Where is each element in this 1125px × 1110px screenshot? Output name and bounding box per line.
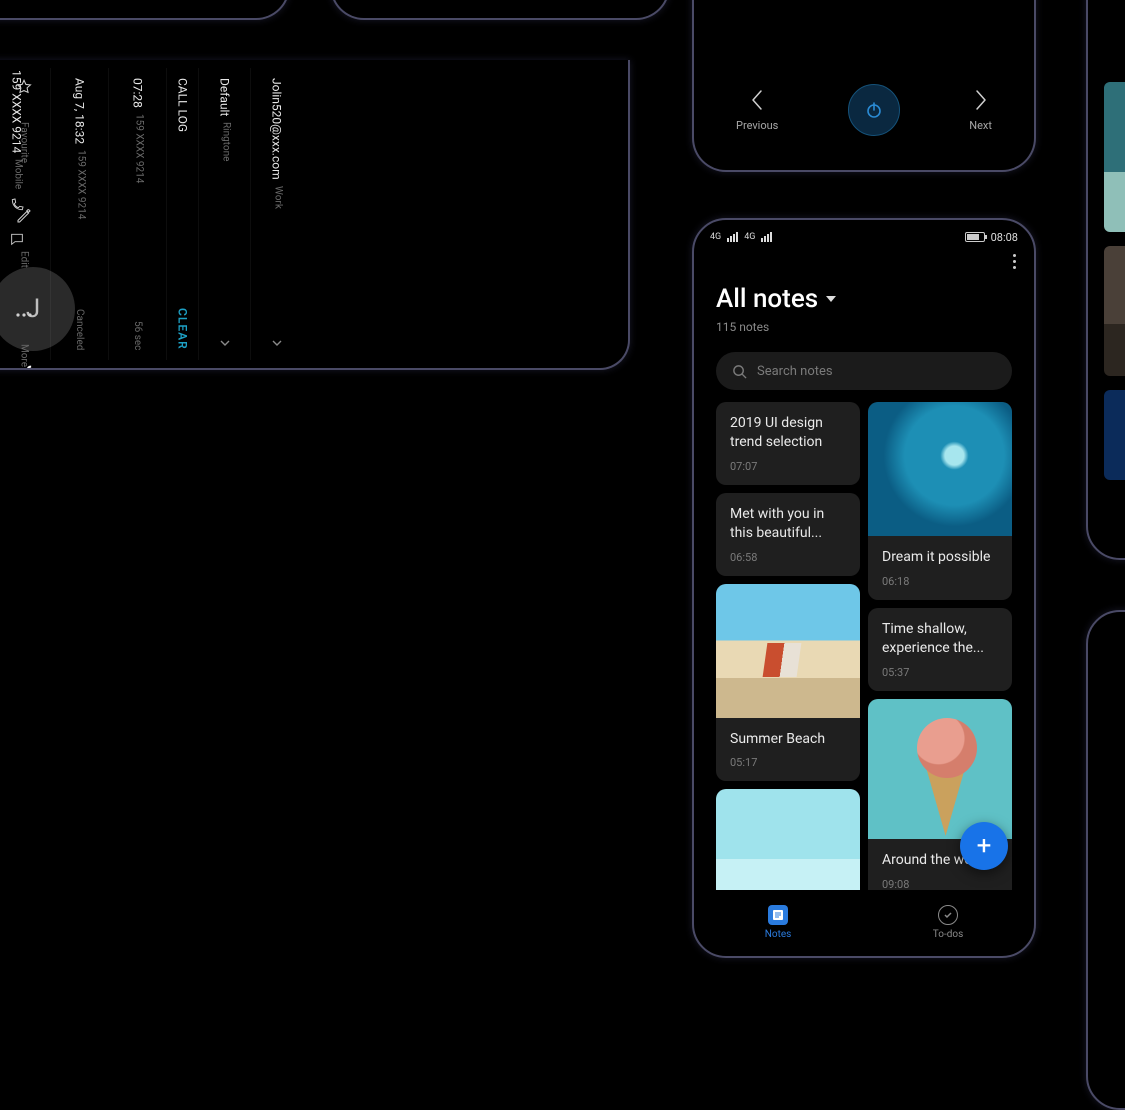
phone-notes: 4G 4G 08:08 All notes 115 notes Search n… [692,218,1036,958]
log-number: 159 XXXX 9214 [131,114,145,183]
more-icon[interactable] [15,312,33,318]
log-duration: Canceled [74,309,85,350]
note-card[interactable]: Met with you in this beautiful... 06:58 [716,493,860,576]
note-time: 07:07 [730,460,846,473]
signal-icon [727,232,738,242]
plus-icon: + [977,831,992,861]
gallery-thumb [1104,246,1125,376]
log-duration: 56 sec [132,321,143,350]
phone-fragment [1086,610,1125,1110]
nav-label: Notes [765,929,792,940]
phone-remote: Previous Next [692,0,1036,172]
note-image [716,789,860,890]
chevron-right-icon [974,89,988,111]
nav-label: To-dos [933,929,963,940]
note-card[interactable]: Summer Beach 05:17 [716,584,860,782]
note-time: 09:08 [882,878,998,890]
gallery-thumb [1104,82,1125,232]
gallery-thumb [1104,390,1125,480]
status-bar: 4G 4G 08:08 [694,226,1034,248]
star-outline-icon[interactable] [15,78,33,96]
note-title: 2019 UI design trend selection [730,414,846,452]
more-label: More [19,344,30,367]
note-card[interactable]: 2019 UI design trend selection 07:07 [716,402,860,485]
more-menu-icon[interactable] [1013,254,1016,269]
clear-button[interactable]: CLEAR [176,308,190,350]
note-card[interactable] [716,789,860,890]
edit-label: Edit [19,251,30,268]
phone-frame-fragment [330,0,670,20]
note-title: Time shallow, experience the... [882,620,998,658]
note-image [868,699,1012,839]
note-image [868,402,1012,536]
favourite-label: Favourite [19,122,30,163]
notes-icon [768,905,788,925]
notes-title-label: All notes [716,284,818,314]
battery-icon [965,232,985,242]
new-note-fab[interactable]: + [960,822,1008,870]
status-time: 08:08 [991,231,1018,244]
chevron-down-icon[interactable] [218,336,232,350]
power-icon [848,84,900,136]
nav-notes[interactable]: Notes [765,905,792,940]
power-button[interactable] [848,84,900,136]
log-time: 07:28 [131,78,145,108]
note-time: 06:58 [730,551,846,564]
phone-gallery-fragment [1086,0,1125,560]
next-label: Next [969,119,992,132]
phone-contact: Favourite Edit More Aug 7, 18:32 159 XXX… [0,60,630,370]
edit-icon[interactable] [15,207,33,225]
note-card[interactable]: Time shallow, experience the... 05:37 [868,608,1012,691]
note-title: Dream it possible [882,548,998,567]
nav-todos[interactable]: To-dos [933,905,963,940]
ringtone-label: Ringtone [218,122,232,161]
search-placeholder: Search notes [757,364,833,379]
search-icon [732,364,747,379]
call-log-label: CALL LOG [176,78,190,132]
ringtone-value: Default [218,78,232,116]
signal-icon [761,232,772,242]
note-title: Summer Beach [730,730,846,749]
notes-count: 115 notes [716,320,1012,334]
note-time: 05:17 [730,756,846,769]
note-title: Met with you in this beautiful... [730,505,846,543]
todos-icon [938,905,958,925]
log-time: Aug 7, 18:32 [73,78,87,144]
previous-label: Previous [736,119,778,132]
email-label: Work [270,186,284,209]
log-number: 159 XXXX 9214 [73,150,87,219]
phone-frame-fragment [0,0,290,20]
dropdown-triangle-icon [826,296,836,302]
chevron-left-icon [750,89,764,111]
next-button[interactable]: Next [969,89,992,132]
email-value: Jolin520@xxx.com [270,78,284,180]
note-card[interactable]: Dream it possible 06:18 [868,402,1012,600]
note-time: 06:18 [882,575,998,588]
chevron-down-icon[interactable] [270,336,284,350]
note-image [716,584,860,718]
notes-title-dropdown[interactable]: All notes [716,284,1012,314]
search-input[interactable]: Search notes [716,352,1012,390]
note-time: 05:37 [882,666,998,679]
previous-button[interactable]: Previous [736,89,778,132]
